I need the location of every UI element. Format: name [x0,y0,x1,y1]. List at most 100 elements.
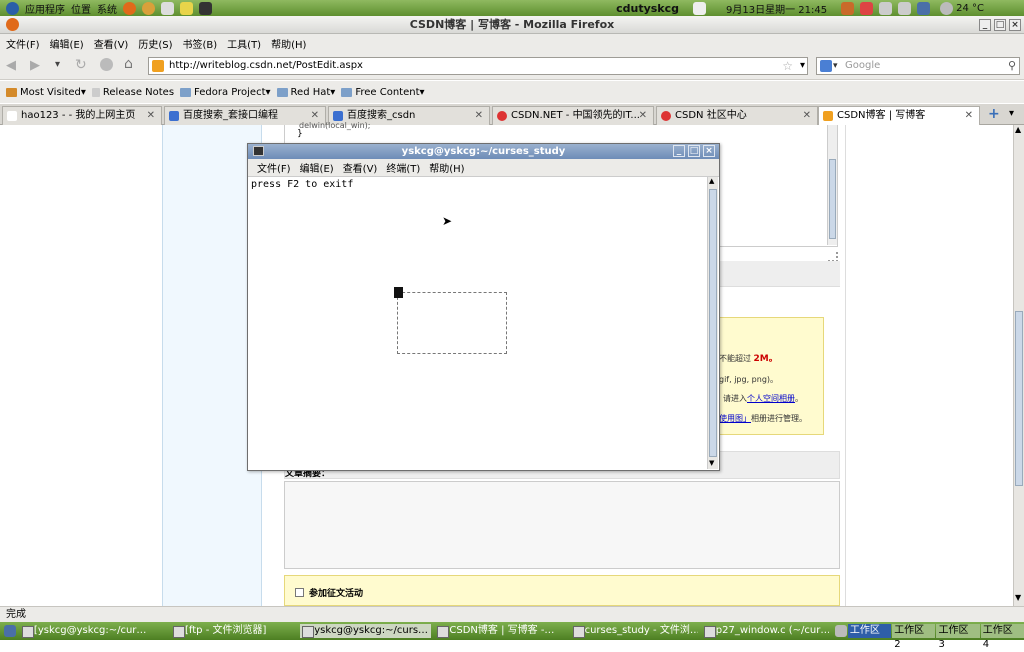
bookmark-star-icon[interactable]: ☆ [782,58,793,74]
bookmark-most-visited[interactable]: Most Visited ▾ [6,87,86,98]
bookmark-free-content[interactable]: Free Content ▾ [341,87,425,98]
workspace-1[interactable]: 工作区 1 [847,624,892,650]
task-ftp[interactable]: [ftp - 文件浏览器] [171,624,296,638]
scroll-up-icon[interactable]: ▲ [1015,125,1021,134]
menu-edit[interactable]: 编辑(E) [50,36,84,51]
clock[interactable]: 9月13日星期一 21:45 [726,1,827,16]
terminal-minimize-button[interactable]: _ [673,145,685,157]
close-button[interactable]: × [1009,19,1021,31]
menu-tools[interactable]: 工具(T) [227,36,261,51]
url-input[interactable]: http://writeblog.csdn.net/PostEdit.aspx … [148,57,808,75]
display-icon[interactable] [917,1,931,15]
scroll-down-icon[interactable]: ▼ [1015,593,1021,602]
menu-help[interactable]: 帮助(H) [271,36,306,51]
search-icon[interactable]: ⚲ [1008,58,1016,74]
tab-csdn-net[interactable]: CSDN.NET - 中国领先的IT... ✕ [492,106,654,125]
terminal-titlebar[interactable]: yskcg@yskcg:~/curses_study _ □ × [248,144,719,159]
terminal-output[interactable]: press F2 to exitf [251,179,353,190]
history-dropdown-icon[interactable]: ▾ [55,59,60,70]
terminal-scroll-down-icon[interactable]: ▼ [709,459,714,467]
engine-dropdown-icon[interactable]: ▾ [833,58,838,74]
task-terminal-2[interactable]: yskcg@yskcg:~/curs… [300,624,432,638]
tab-csdn-community[interactable]: CSDN 社区中心 ✕ [656,106,818,125]
bookmark-red-hat[interactable]: Red Hat ▾ [276,86,335,98]
places-menu[interactable]: 位置 [71,1,91,16]
minimize-button[interactable]: _ [979,19,991,31]
terminal-scroll-thumb[interactable] [709,189,717,457]
workspace-4[interactable]: 工作区 4 [980,624,1024,650]
home-icon[interactable]: ⌂ [124,56,133,72]
search-placeholder: Google [845,60,881,71]
workspace-3[interactable]: 工作区 3 [936,624,980,650]
clipboard-icon[interactable] [693,1,707,15]
system-menu[interactable]: 系统 [97,1,117,16]
task-terminal-1[interactable]: [yskcg@yskcg:~/cur… [20,624,167,638]
forward-icon[interactable]: ▶ [30,58,40,73]
fedora-icon[interactable] [6,1,19,15]
tab-close-icon[interactable]: ✕ [147,107,155,124]
terminal-menu-help[interactable]: 帮助(H) [429,160,464,175]
maximize-button[interactable]: □ [994,19,1006,31]
menu-bookmarks[interactable]: 书签(B) [183,36,218,51]
terminal-maximize-button[interactable]: □ [688,145,700,157]
terminal-menu-file[interactable]: 文件(F) [257,160,291,175]
terminal-window[interactable]: yskcg@yskcg:~/curses_study _ □ × 文件(F) 编… [247,143,720,471]
terminal-menu-view[interactable]: 查看(V) [343,160,378,175]
home-launcher-icon[interactable] [161,1,174,15]
stop-icon[interactable] [100,58,113,71]
tab-csdn-blog[interactable]: CSDN博客 | 写博客 ✕ [818,106,980,125]
notes-launcher-icon[interactable] [180,1,193,15]
contest-checkbox[interactable] [295,588,304,597]
editor-scroll-thumb[interactable] [829,159,836,239]
terminal-menu-edit[interactable]: 编辑(E) [300,160,334,175]
task-editor[interactable]: p27_window.c (~/cur… [702,624,829,638]
terminal-scrollbar[interactable]: ▲ ▼ [707,177,718,469]
volume-icon[interactable] [898,1,912,15]
firefox-launcher-icon[interactable] [123,1,136,15]
summary-textarea[interactable] [284,481,840,569]
tab-hao123[interactable]: hao123 - - 我的上网主页 ✕ [2,106,162,125]
new-tab-icon[interactable]: + [988,106,1000,122]
network-icon[interactable] [841,1,855,15]
applications-menu[interactable]: 应用程序 [25,1,65,16]
window-titlebar[interactable]: CSDN博客 | 写博客 - Mozilla Firefox _ □ × [0,16,1024,34]
bookmark-release-notes[interactable]: Release Notes [91,87,174,98]
editor-scrollbar[interactable] [827,125,837,245]
workspace-2[interactable]: 工作区 2 [892,624,936,650]
menu-file[interactable]: 文件(F) [6,36,40,51]
tab-close-icon[interactable]: ✕ [639,107,647,124]
page-icon [91,87,100,97]
tab-list-icon[interactable]: ▾ [1009,108,1014,119]
page-scrollbar[interactable]: ▲ ▼ [1013,125,1024,606]
search-engine-icon[interactable] [820,60,832,72]
key-icon[interactable] [879,1,893,15]
url-dropdown-icon[interactable]: ▾ [800,58,805,74]
reload-icon[interactable]: ↻ [75,57,87,73]
window-title: CSDN博客 | 写博客 - Mozilla Firefox [409,18,615,31]
terminal-menu-terminal[interactable]: 终端(T) [386,160,420,175]
terminal-launcher-icon[interactable] [199,1,212,15]
album-link[interactable]: 个人空间相册 [747,394,795,403]
bookmark-fedora-project[interactable]: Fedora Project ▾ [180,87,271,98]
menu-view[interactable]: 查看(V) [94,36,129,51]
tab-label: CSDN 社区中心 [675,110,747,121]
search-input[interactable]: ▾ Google ⚲ [816,57,1020,75]
trash-icon[interactable] [835,625,847,637]
bookmark-label: Red Hat [290,86,331,98]
terminal-scroll-up-icon[interactable]: ▲ [709,177,714,185]
page-scroll-thumb[interactable] [1015,311,1023,486]
task-firefox[interactable]: CSDN博客 | 写博客 -… [435,624,566,638]
tab-close-icon[interactable]: ✕ [803,107,811,124]
tab-close-icon[interactable]: ✕ [475,107,483,124]
terminal-close-button[interactable]: × [703,145,715,157]
menu-history[interactable]: 历史(S) [138,36,172,51]
show-desktop-icon[interactable] [4,625,16,637]
weather-label[interactable]: 24 °C [956,3,984,14]
update-icon[interactable] [860,1,874,15]
chat-launcher-icon[interactable] [142,1,155,15]
tab-close-icon[interactable]: ✕ [965,107,973,124]
weather-icon[interactable] [940,1,954,15]
album-link-2[interactable]: 使用图」 [719,414,751,423]
task-file-browser[interactable]: curses_study - 文件浏… [571,624,698,638]
back-icon[interactable]: ◀ [6,58,16,73]
